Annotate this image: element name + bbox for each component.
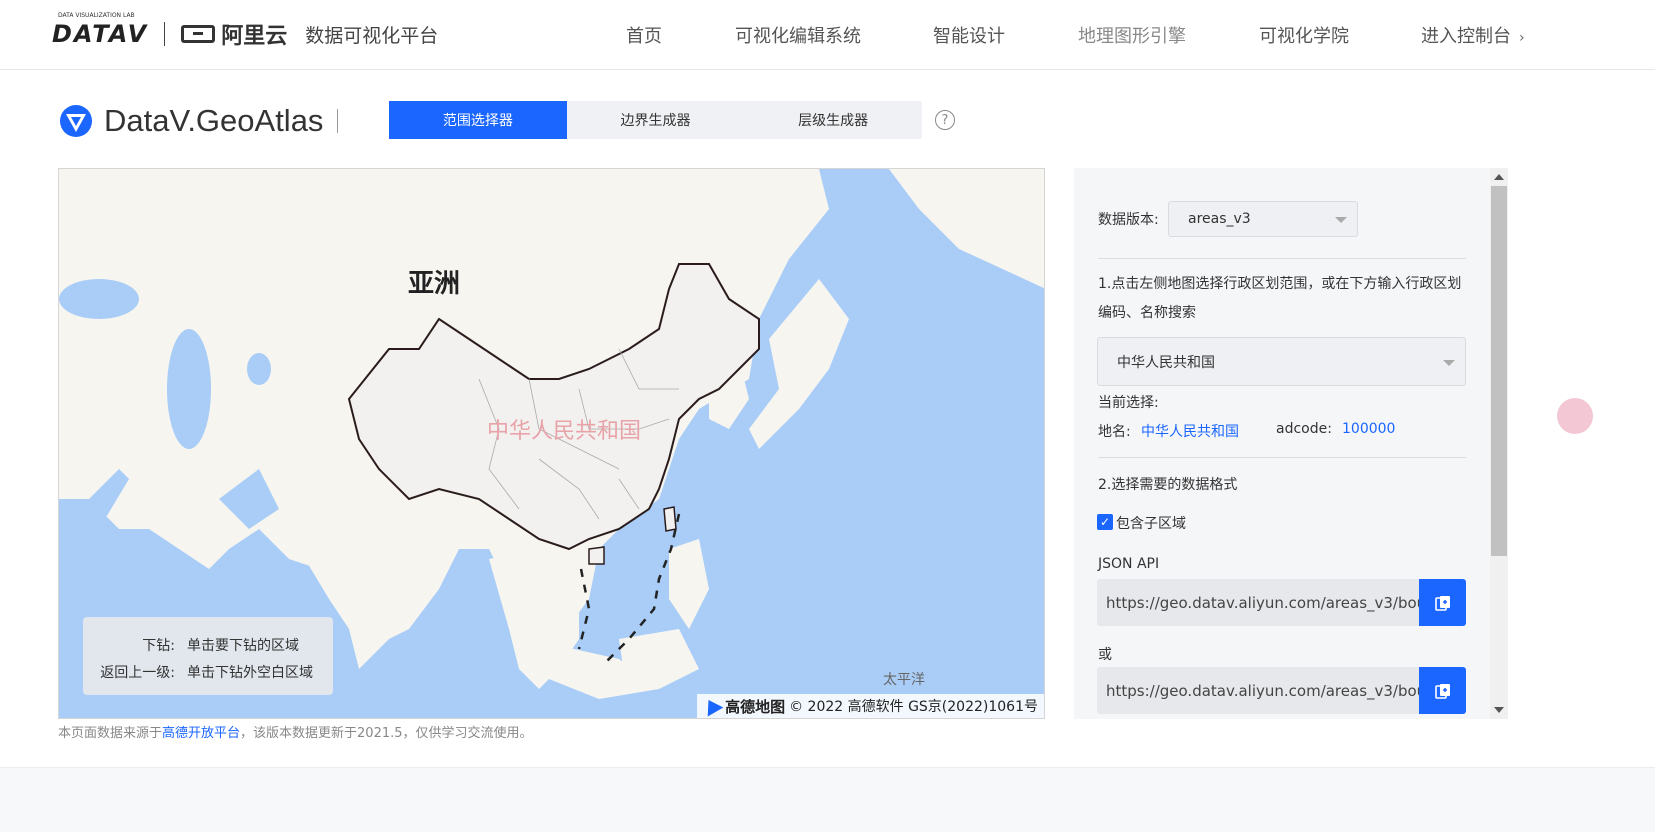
copy-json-api-button[interactable]	[1419, 579, 1466, 626]
config-panel: 数据版本: areas_v3 1.点击左侧地图选择行政区划范围，或在下方输入行政…	[1074, 168, 1508, 719]
aliyun-logo-text: 阿里云	[221, 24, 288, 49]
land-kamchatka	[889, 169, 1044, 289]
chevron-down-icon	[1443, 359, 1455, 366]
include-sub-checkbox[interactable]: ✓	[1097, 514, 1113, 530]
country-label: 中华人民共和国	[487, 419, 642, 444]
platform-name: 数据可视化平台	[305, 24, 439, 47]
adcode-label: adcode:	[1276, 421, 1332, 437]
nav-editor[interactable]: 可视化编辑系统	[735, 22, 861, 48]
hainan-island	[588, 546, 605, 565]
json-api-label: JSON API	[1098, 556, 1160, 572]
help-icon[interactable]: ?	[935, 110, 955, 130]
step1-instruction-cont: 编码、名称搜索	[1098, 305, 1196, 321]
datav-logo: DATA VISUALIZATION LAB DATAV	[52, 12, 149, 48]
amap-open-platform-link[interactable]: 高德开放平台	[162, 726, 240, 741]
app-name: DataV.GeoAtlas	[104, 103, 324, 138]
legend-row-back: 返回上一级: 单击下钻外空白区域	[83, 658, 333, 685]
data-source-footnote: 本页面数据来源于高德开放平台，该版本数据更新于2021.5，仅供学习交流使用。	[58, 722, 533, 741]
or-label: 或	[1098, 647, 1112, 663]
current-selection-label: 当前选择:	[1098, 395, 1159, 411]
copy-second-url-button[interactable]	[1419, 667, 1466, 714]
second-url-field[interactable]: https://geo.datav.aliyun.com/areas_v3/bo…	[1097, 667, 1419, 714]
name-value: 中华人民共和国	[1141, 424, 1239, 440]
legend-value: 单击下钻外空白区域	[187, 664, 313, 681]
nav-home[interactable]: 首页	[626, 22, 662, 48]
legend-key: 下钻:	[142, 637, 175, 654]
map-legend: 下钻: 单击要下钻的区域 返回上一级: 单击下钻外空白区域	[83, 617, 333, 695]
version-label: 数据版本:	[1098, 212, 1159, 228]
chevron-down-icon	[1335, 217, 1347, 223]
amap-arrow-icon	[700, 695, 724, 717]
version-select[interactable]: areas_v3	[1168, 201, 1358, 237]
region-select-value: 中华人民共和国	[1117, 354, 1215, 371]
step2-instruction: 2.选择需要的数据格式	[1098, 477, 1238, 493]
copy-icon	[1434, 683, 1450, 699]
scroll-down-icon[interactable]	[1494, 707, 1504, 713]
aliyun-logo: 阿里云	[181, 18, 287, 50]
legend-value: 单击要下钻的区域	[187, 637, 299, 654]
divider	[1098, 258, 1466, 259]
aral-sea	[247, 353, 271, 385]
legend-key: 返回上一级:	[100, 664, 175, 681]
nav-console[interactable]: 进入控制台 ›	[1421, 22, 1525, 48]
map-view[interactable]: 亚洲 中华人民共和国 太平洋 下钻: 单击要下钻的区域 返回上一级: 单击下钻外…	[58, 168, 1045, 719]
caspian-sea	[167, 329, 211, 449]
footnote-prefix: 本页面数据来源于	[58, 726, 163, 741]
tool-tabs: 范围选择器 边界生成器 层级生成器	[389, 101, 922, 139]
panel-scrollbar[interactable]	[1490, 168, 1508, 719]
scroll-up-icon[interactable]	[1494, 174, 1504, 180]
footnote-suffix: ，该版本数据更新于2021.5，仅供学习交流使用。	[240, 726, 533, 741]
attribution-text: © 2022 高德软件 GS京(2022)1061号	[789, 699, 1038, 715]
brand-divider	[164, 22, 166, 46]
nav-console-label: 进入控制台	[1421, 26, 1511, 47]
nav-geo-engine[interactable]: 地理图形引擎	[1078, 22, 1186, 48]
tab-level-generator[interactable]: 层级生成器	[744, 101, 922, 139]
include-sub-label: 包含子区域	[1116, 516, 1186, 532]
amap-logo: 高德地图	[700, 695, 786, 717]
top-navigation: DATA VISUALIZATION LAB DATAV 阿里云 数据可视化平台…	[0, 0, 1655, 70]
app-title: DataV.GeoAtlas	[58, 101, 339, 141]
step1-instruction: 1.点击左侧地图选择行政区划范围，或在下方输入行政区划	[1098, 276, 1462, 292]
nav-academy[interactable]: 可视化学院	[1259, 22, 1349, 48]
footer	[0, 767, 1655, 832]
json-api-url-field[interactable]: https://geo.datav.aliyun.com/areas_v3/bo…	[1097, 579, 1419, 626]
aliyun-mark-icon	[181, 25, 216, 43]
version-select-value: areas_v3	[1188, 211, 1251, 227]
copy-icon	[1434, 595, 1450, 611]
region-select[interactable]: 中华人民共和国	[1097, 337, 1466, 386]
floating-assistant-icon[interactable]	[1557, 398, 1593, 434]
tab-range-selector[interactable]: 范围选择器	[389, 101, 567, 139]
tab-boundary-generator[interactable]: 边界生成器	[567, 101, 745, 139]
black-sea	[59, 279, 139, 319]
continent-label: 亚洲	[408, 269, 461, 299]
scrollbar-thumb[interactable]	[1491, 186, 1507, 556]
datav-logo-tagline: DATA VISUALIZATION LAB	[58, 12, 135, 19]
title-divider	[337, 109, 339, 133]
amap-brand: 高德地图	[725, 697, 786, 716]
datav-logo-text: DATAV	[52, 20, 149, 48]
ocean-label: 太平洋	[883, 672, 925, 688]
brand[interactable]: DATA VISUALIZATION LAB DATAV 阿里云 数据可视化平台	[52, 12, 439, 52]
adcode-value: 100000	[1342, 421, 1396, 437]
taiwan-island	[663, 506, 677, 532]
divider	[1098, 457, 1466, 458]
name-label: 地名:	[1098, 424, 1131, 440]
nav-smart-design[interactable]: 智能设计	[933, 22, 1005, 48]
geoatlas-logo-icon	[60, 105, 92, 137]
land-philippines	[669, 539, 709, 629]
map-attribution: 高德地图 © 2022 高德软件 GS京(2022)1061号	[697, 694, 1044, 718]
legend-row-drill: 下钻: 单击要下钻的区域	[83, 631, 333, 658]
chevron-right-icon: ›	[1519, 30, 1525, 46]
